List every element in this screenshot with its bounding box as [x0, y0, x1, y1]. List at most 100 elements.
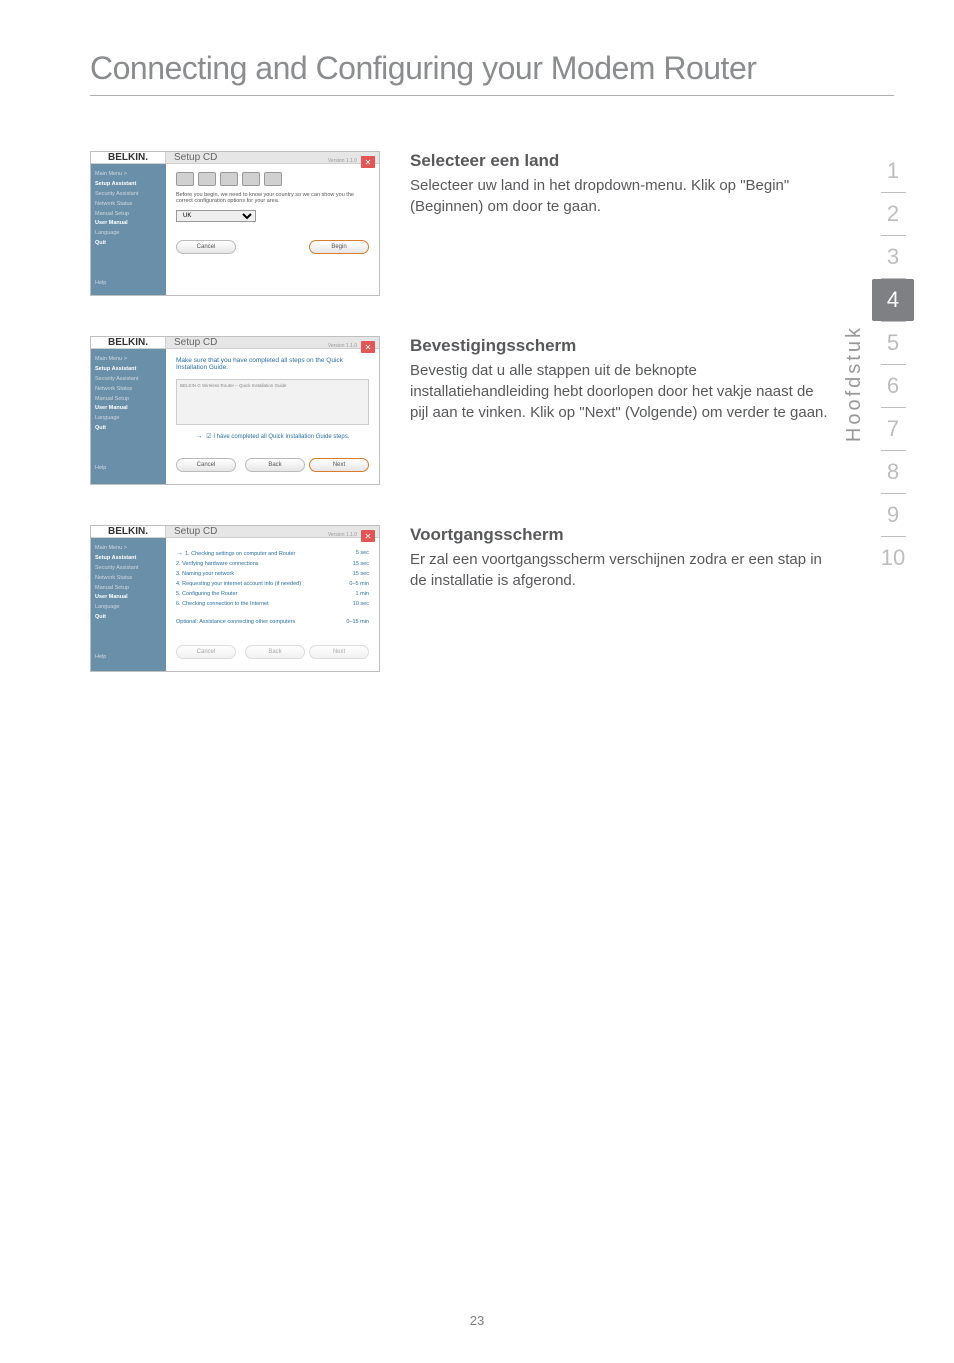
icon-row	[176, 172, 369, 186]
page-number: 23	[0, 1313, 954, 1328]
step-label: 2. Verifying hardware connections	[176, 561, 259, 567]
side-main-menu[interactable]: Main Menu >	[95, 170, 162, 180]
side-network-status[interactable]: Network Status	[95, 574, 162, 584]
side-user-manual[interactable]: User Manual	[95, 593, 162, 603]
nav-4[interactable]: 4	[872, 279, 914, 321]
shot-logo: BELKIN.	[91, 526, 166, 538]
step-optional-label: Optional: Assistance connecting other co…	[176, 619, 295, 625]
progress-list: →1. Checking settings on computer and Ro…	[176, 548, 369, 627]
country-select[interactable]: UK	[176, 210, 256, 222]
side-help[interactable]: Help	[95, 279, 162, 289]
side-language[interactable]: Language	[95, 414, 162, 424]
side-manual-setup[interactable]: Manual Setup	[95, 584, 162, 594]
next-button: Next	[309, 645, 369, 659]
step-label: 5. Configuring the Router	[176, 591, 237, 597]
begin-button[interactable]: Begin	[309, 240, 369, 254]
chapter-label: Hoofdstuk	[843, 325, 866, 442]
side-setup-assistant[interactable]: Setup Assistant	[95, 180, 162, 190]
nav-10[interactable]: 10	[872, 537, 914, 579]
device-icon	[220, 172, 238, 186]
screenshot-1: BELKIN. Setup CD Version 1.1.0 ✕ Main Me…	[90, 151, 380, 296]
section-1-heading: Selecteer een land	[410, 151, 834, 171]
shot-logo: BELKIN.	[91, 337, 166, 349]
step-time: 0–5 min	[349, 581, 369, 587]
nav-6[interactable]: 6	[872, 365, 914, 407]
back-button[interactable]: Back	[245, 458, 305, 472]
side-setup-assistant[interactable]: Setup Assistant	[95, 365, 162, 375]
checkbox-row[interactable]: → ☑ I have completed all Quick Installat…	[176, 433, 369, 440]
chapter-nav: 1 2 3 4 5 6 7 8 9 10	[872, 150, 914, 579]
nav-5[interactable]: 5	[872, 322, 914, 364]
checkbox-label: I have completed all Quick Installation …	[213, 434, 349, 440]
step-label: 4. Requesting your internet account info…	[176, 581, 301, 587]
section-2-body: Bevestig dat u alle stappen uit de bekno…	[410, 360, 834, 423]
section-2: BELKIN. Setup CD Version 1.1.0 ✕ Main Me…	[90, 336, 894, 485]
side-manual-setup[interactable]: Manual Setup	[95, 395, 162, 405]
nav-1[interactable]: 1	[872, 150, 914, 192]
cancel-button[interactable]: Cancel	[176, 458, 236, 472]
nav-2[interactable]: 2	[872, 193, 914, 235]
shot-window-title: Setup CD Version 1.1.0 ✕	[166, 526, 379, 538]
guide-preview: BELKIN G Wireless Router – Quick Install…	[176, 379, 369, 425]
nav-9[interactable]: 9	[872, 494, 914, 536]
section-1: BELKIN. Setup CD Version 1.1.0 ✕ Main Me…	[90, 151, 894, 296]
arrow-icon: →	[196, 433, 203, 440]
shot-window-title: Setup CD Version 1.1.0 ✕	[166, 337, 379, 349]
next-button[interactable]: Next	[309, 458, 369, 472]
shot-sidebar: Main Menu > Setup Assistant Security Ass…	[91, 349, 166, 484]
side-quit[interactable]: Quit	[95, 613, 162, 623]
section-3-heading: Voortgangsscherm	[410, 525, 834, 545]
cancel-button[interactable]: Cancel	[176, 240, 236, 254]
side-manual-setup[interactable]: Manual Setup	[95, 210, 162, 220]
side-network-status[interactable]: Network Status	[95, 200, 162, 210]
side-main-menu[interactable]: Main Menu >	[95, 544, 162, 554]
title-underline	[90, 95, 894, 96]
shot-version: Version 1.1.0	[328, 343, 357, 349]
close-icon[interactable]: ✕	[361, 341, 375, 353]
side-setup-assistant[interactable]: Setup Assistant	[95, 554, 162, 564]
side-security-assistant[interactable]: Security Assistant	[95, 375, 162, 385]
side-user-manual[interactable]: User Manual	[95, 219, 162, 229]
side-quit[interactable]: Quit	[95, 424, 162, 434]
step-label: 1. Checking settings on computer and Rou…	[185, 551, 295, 557]
device-icon	[264, 172, 282, 186]
step-optional-time: 0–15 min	[346, 619, 369, 625]
confirm-msg: Make sure that you have completed all st…	[176, 357, 369, 371]
section-3: BELKIN. Setup CD Version 1.1.0 ✕ Main Me…	[90, 525, 894, 672]
device-icon	[242, 172, 260, 186]
shot-sidebar: Main Menu > Setup Assistant Security Ass…	[91, 538, 166, 671]
instruction-text: Before you begin, we need to know your c…	[176, 192, 369, 204]
side-language[interactable]: Language	[95, 229, 162, 239]
nav-8[interactable]: 8	[872, 451, 914, 493]
side-security-assistant[interactable]: Security Assistant	[95, 564, 162, 574]
nav-3[interactable]: 3	[872, 236, 914, 278]
step-label: 6. Checking connection to the Internet	[176, 601, 269, 607]
close-icon[interactable]: ✕	[361, 530, 375, 542]
section-1-body: Selecteer uw land in het dropdown-menu. …	[410, 175, 834, 217]
close-icon[interactable]: ✕	[361, 156, 375, 168]
side-user-manual[interactable]: User Manual	[95, 404, 162, 414]
side-quit[interactable]: Quit	[95, 239, 162, 249]
screenshot-3: BELKIN. Setup CD Version 1.1.0 ✕ Main Me…	[90, 525, 380, 672]
side-network-status[interactable]: Network Status	[95, 385, 162, 395]
page-title: Connecting and Configuring your Modem Ro…	[90, 50, 894, 87]
step-time: 5 sec	[356, 550, 369, 557]
shot-title-text: Setup CD	[174, 337, 217, 348]
nav-7[interactable]: 7	[872, 408, 914, 450]
arrow-icon: →	[176, 550, 183, 557]
shot-version: Version 1.1.0	[328, 532, 357, 538]
screenshot-2: BELKIN. Setup CD Version 1.1.0 ✕ Main Me…	[90, 336, 380, 485]
side-security-assistant[interactable]: Security Assistant	[95, 190, 162, 200]
step-time: 10 sec	[353, 601, 369, 607]
shot-title-text: Setup CD	[174, 152, 217, 163]
side-language[interactable]: Language	[95, 603, 162, 613]
shot-title-text: Setup CD	[174, 526, 217, 537]
step-time: 15 sec	[353, 561, 369, 567]
shot-window-title: Setup CD Version 1.1.0 ✕	[166, 152, 379, 164]
section-3-body: Er zal een voortgangsscherm verschijnen …	[410, 549, 834, 591]
section-2-heading: Bevestigingsscherm	[410, 336, 834, 356]
side-help[interactable]: Help	[95, 464, 162, 474]
side-main-menu[interactable]: Main Menu >	[95, 355, 162, 365]
step-label: 3. Naming your network	[176, 571, 234, 577]
side-help[interactable]: Help	[95, 653, 162, 663]
